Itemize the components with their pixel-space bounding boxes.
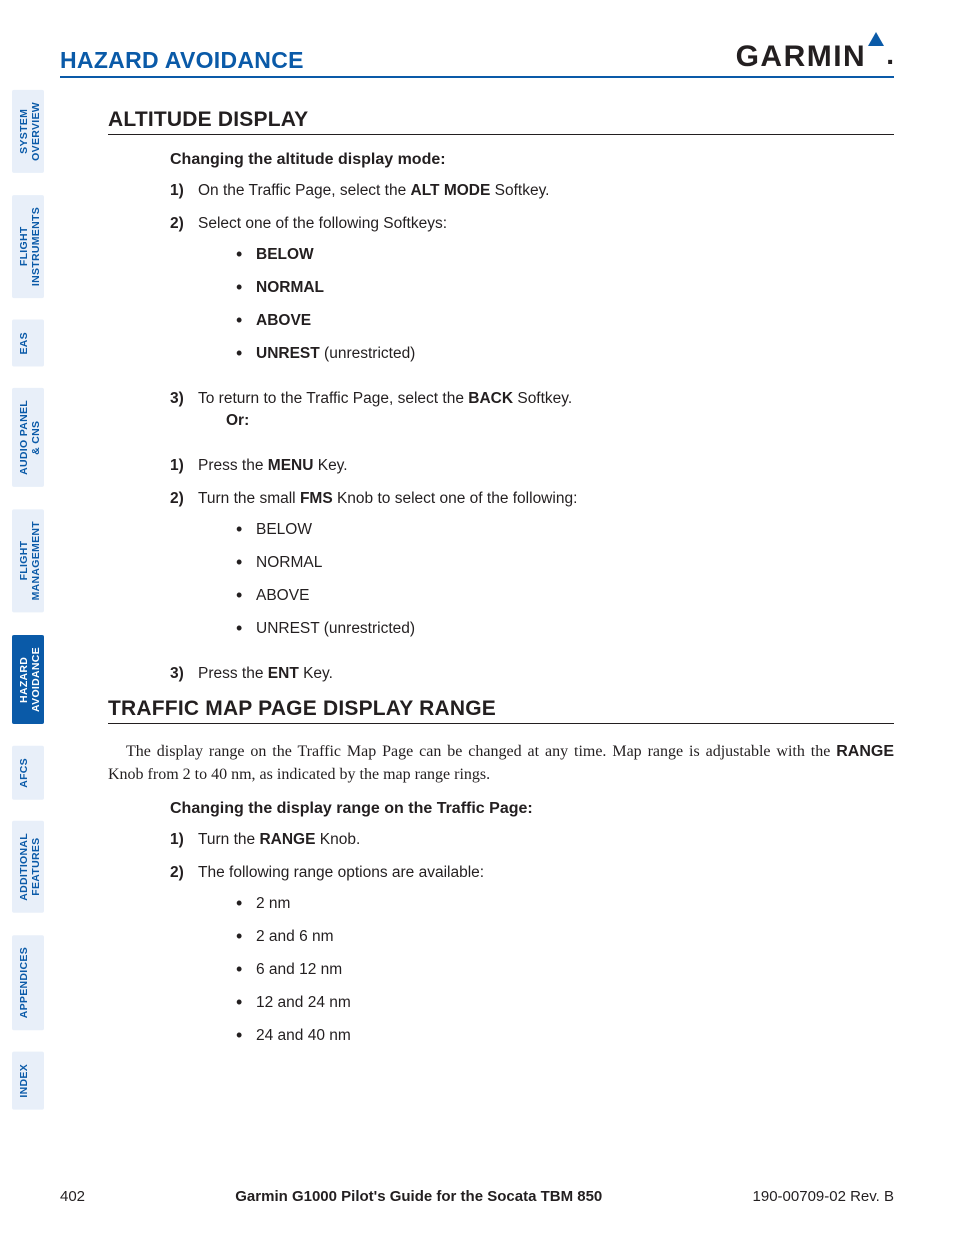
tab-afcs[interactable]: AFCS — [12, 746, 44, 800]
tab-flight-management[interactable]: FLIGHTMANAGEMENT — [12, 509, 44, 612]
option: 12 and 24 nm — [236, 993, 894, 1014]
step-text: Turn the small FMS Knob to select one of… — [198, 489, 894, 652]
heading-altitude-display: ALTITUDE DISPLAY — [108, 108, 894, 135]
option: 2 and 6 nm — [236, 927, 894, 948]
logo-text: GARMIN — [736, 40, 867, 74]
doc-revision: 190-00709-02 Rev. B — [753, 1188, 894, 1205]
step: 3) To return to the Traffic Page, select… — [170, 389, 894, 445]
option: NORMAL — [236, 553, 894, 574]
option: NORMAL — [236, 278, 894, 299]
step-text: On the Traffic Page, select the ALT MODE… — [198, 181, 894, 202]
heading-traffic-map-range: TRAFFIC MAP PAGE DISPLAY RANGE — [108, 697, 894, 724]
tab-hazard-avoidance[interactable]: HAZARDAVOIDANCE — [12, 635, 44, 724]
logo-triangle-icon — [868, 32, 884, 46]
garmin-logo: GARMIN . — [736, 40, 894, 74]
subheading-change-alt-mode: Changing the altitude display mode: — [170, 151, 894, 169]
procedure-alt-mode-a: 1) On the Traffic Page, select the ALT M… — [170, 181, 894, 685]
step-number: 1) — [170, 830, 198, 851]
step-text: Press the MENU Key. — [198, 456, 894, 477]
page-number: 402 — [60, 1188, 85, 1205]
step-number: 1) — [170, 181, 198, 202]
step-number: 2) — [170, 863, 198, 1059]
page-header: HAZARD AVOIDANCE GARMIN . — [60, 40, 894, 78]
page-footer: 402 Garmin G1000 Pilot's Guide for the S… — [60, 1188, 894, 1205]
step-text: The following range options are availabl… — [198, 863, 894, 1059]
step-number: 2) — [170, 214, 198, 377]
section-title: HAZARD AVOIDANCE — [60, 47, 304, 74]
option: ABOVE — [236, 586, 894, 607]
step-number: 3) — [170, 664, 198, 685]
tab-additional-features[interactable]: ADDITIONALFEATURES — [12, 821, 44, 913]
tab-audio-panel-cns[interactable]: AUDIO PANEL& CNS — [12, 388, 44, 487]
step-text: Turn the RANGE Knob. — [198, 830, 894, 851]
page-content: ALTITUDE DISPLAY Changing the altitude d… — [108, 100, 894, 1071]
option: BELOW — [236, 520, 894, 541]
option: 24 and 40 nm — [236, 1026, 894, 1047]
step-text: Select one of the following Softkeys: BE… — [198, 214, 894, 377]
option: 6 and 12 nm — [236, 960, 894, 981]
step-text: Press the ENT Key. — [198, 664, 894, 685]
option-list: 2 nm 2 and 6 nm 6 and 12 nm 12 and 24 nm… — [236, 894, 894, 1047]
procedure-range: 1) Turn the RANGE Knob. 2) The following… — [170, 830, 894, 1058]
tab-flight-instruments[interactable]: FLIGHTINSTRUMENTS — [12, 195, 44, 298]
step: 1) On the Traffic Page, select the ALT M… — [170, 181, 894, 202]
option: 2 nm — [236, 894, 894, 915]
tab-appendices[interactable]: APPENDICES — [12, 935, 44, 1030]
option: UNREST (unrestricted) — [236, 619, 894, 640]
step: 2) Turn the small FMS Knob to select one… — [170, 489, 894, 652]
doc-title: Garmin G1000 Pilot's Guide for the Socat… — [235, 1188, 602, 1205]
step-number: 3) — [170, 389, 198, 445]
option: ABOVE — [236, 311, 894, 332]
step: 2) Select one of the following Softkeys:… — [170, 214, 894, 377]
option-list: BELOW NORMAL ABOVE UNREST (unrestricted) — [236, 520, 894, 640]
tab-eas[interactable]: EAS — [12, 320, 44, 367]
or-divider: Or: — [226, 411, 894, 432]
option: BELOW — [236, 245, 894, 266]
step: 3) Press the ENT Key. — [170, 664, 894, 685]
step-number: 1) — [170, 456, 198, 477]
step: 1) Press the MENU Key. — [170, 456, 894, 477]
tab-index[interactable]: INDEX — [12, 1052, 44, 1110]
step: 1) Turn the RANGE Knob. — [170, 830, 894, 851]
option: UNREST (unrestricted) — [236, 344, 894, 365]
option-list: BELOW NORMAL ABOVE UNREST (unrestricted) — [236, 245, 894, 365]
logo-dot: . — [886, 39, 894, 71]
step: 2) The following range options are avail… — [170, 863, 894, 1059]
subheading-change-range: Changing the display range on the Traffi… — [170, 800, 894, 818]
step-text: To return to the Traffic Page, select th… — [198, 389, 894, 445]
tab-system-overview[interactable]: SYSTEMOVERVIEW — [12, 90, 44, 173]
sidebar-nav: SYSTEMOVERVIEW FLIGHTINSTRUMENTS EAS AUD… — [12, 90, 44, 1110]
body-paragraph: The display range on the Traffic Map Pag… — [108, 740, 894, 786]
step-number: 2) — [170, 489, 198, 652]
